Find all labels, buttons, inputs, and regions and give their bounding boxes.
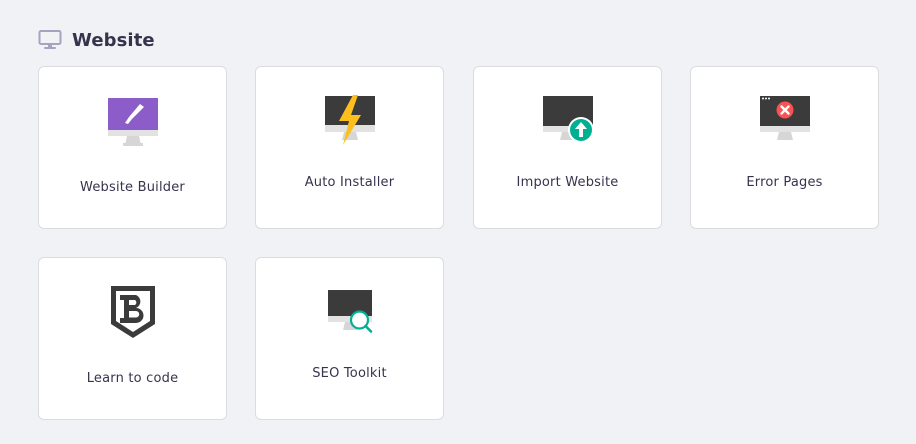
import-website-icon (542, 96, 594, 143)
website-builder-icon (107, 98, 158, 146)
auto-installer-card[interactable]: Auto Installer (255, 66, 444, 229)
learn-to-code-card[interactable]: Learn to code (38, 257, 227, 420)
seo-toolkit-card[interactable]: SEO Toolkit (255, 257, 444, 420)
section-header: Website (38, 26, 155, 54)
auto-installer-icon (324, 95, 375, 145)
website-builder-label: Website Builder (80, 180, 185, 195)
import-website-card[interactable]: Import Website (473, 66, 662, 229)
auto-installer-label: Auto Installer (304, 175, 395, 190)
learn-to-code-label: Learn to code (86, 371, 179, 386)
section-title: Website (72, 29, 155, 51)
error-pages-icon (759, 96, 810, 140)
import-website-label: Import Website (516, 175, 619, 190)
error-pages-label: Error Pages (746, 175, 823, 190)
error-pages-card[interactable]: Error Pages (690, 66, 879, 229)
monitor-icon (38, 30, 62, 49)
learn-to-code-icon (110, 286, 155, 338)
seo-toolkit-icon (327, 290, 372, 333)
seo-toolkit-label: SEO Toolkit (312, 366, 387, 381)
website-builder-card[interactable]: Website Builder (38, 66, 227, 229)
